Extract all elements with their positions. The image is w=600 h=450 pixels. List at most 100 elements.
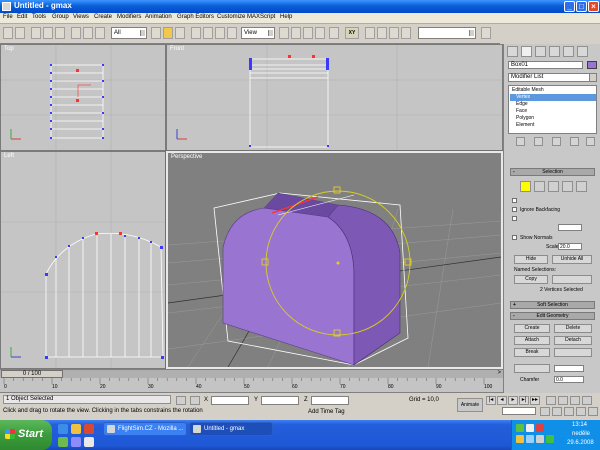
show-end-result-icon[interactable] <box>534 137 543 146</box>
viewport-top[interactable]: Top <box>0 44 166 151</box>
go-to-end-icon[interactable]: ▸▸ <box>530 396 540 405</box>
tray-usb-icon[interactable] <box>536 435 544 443</box>
create-tab-icon[interactable] <box>507 46 518 57</box>
unlink-icon[interactable] <box>43 27 53 39</box>
motion-tab-icon[interactable] <box>549 46 560 57</box>
modify-tab-icon[interactable] <box>521 46 532 57</box>
menu-create[interactable]: Create <box>94 14 112 20</box>
select-object-icon[interactable] <box>71 27 81 39</box>
region-select-icon[interactable] <box>95 27 105 39</box>
select-rotate-icon[interactable] <box>163 27 173 39</box>
unhide-all-button[interactable]: Unhide All <box>552 255 592 264</box>
time-slider-knob[interactable]: 0 / 100 <box>1 370 63 378</box>
planar-threshold-field[interactable] <box>558 224 582 231</box>
select-by-name-icon[interactable] <box>83 27 93 39</box>
object-name-field[interactable]: Box01 <box>508 61 583 69</box>
selection-rollout-header[interactable]: - Selection <box>510 168 595 176</box>
turn-button[interactable] <box>554 348 592 357</box>
ignore-visible-edges-checkbox[interactable] <box>512 216 517 221</box>
tray-messenger-icon[interactable] <box>516 435 524 443</box>
tray-antivirus-icon[interactable] <box>536 424 544 432</box>
display-tab-icon[interactable] <box>563 46 574 57</box>
taskbar-item-gmax[interactable]: Untitled - gmax <box>189 422 273 436</box>
pin-stack-icon[interactable] <box>516 137 525 146</box>
minimize-button[interactable]: _ <box>564 1 575 12</box>
current-frame-field[interactable] <box>502 407 536 415</box>
add-time-tag-button[interactable]: Add Time Tag <box>308 409 345 415</box>
undo-icon[interactable] <box>3 27 13 39</box>
hide-button[interactable]: Hide <box>514 255 548 264</box>
percent-snap-icon[interactable] <box>401 27 411 39</box>
reference-coordinate-dropdown[interactable]: View <box>241 27 275 39</box>
track-bar[interactable]: 0 10 20 30 40 50 60 70 80 90 100 <box>0 378 503 393</box>
stack-item-edge[interactable]: Edge <box>510 101 596 108</box>
taskbar-item-flightsim[interactable]: FlightSim.CZ - Mozilla ... <box>103 422 187 436</box>
align-icon[interactable] <box>365 27 375 39</box>
extrude-button[interactable] <box>514 364 550 373</box>
maximize-viewport-icon[interactable] <box>588 407 598 416</box>
quicklaunch-ie-icon[interactable] <box>58 424 68 434</box>
object-color-swatch[interactable] <box>587 61 597 69</box>
menu-views[interactable]: Views <box>73 14 89 20</box>
snap-toggle-icon[interactable] <box>377 27 387 39</box>
normal-scale-field[interactable]: 20.0 <box>558 243 582 250</box>
material-editor-icon[interactable] <box>481 27 491 39</box>
field-of-view-icon[interactable] <box>552 407 562 416</box>
menu-edit[interactable]: Edit <box>17 14 27 20</box>
stack-item-editable-mesh[interactable]: Editable Mesh <box>510 87 596 94</box>
previous-frame-icon[interactable]: ◂ <box>497 396 507 405</box>
delete-button[interactable]: Delete <box>554 324 592 333</box>
select-scale-icon[interactable] <box>175 27 185 39</box>
hierarchy-tab-icon[interactable] <box>535 46 546 57</box>
stack-item-face[interactable]: Face <box>510 108 596 115</box>
extrude-amount-field[interactable] <box>554 365 584 372</box>
paste-button[interactable] <box>552 275 592 284</box>
zoom-all-icon[interactable] <box>558 396 568 405</box>
gmax-app-icon[interactable] <box>2 2 11 11</box>
create-button[interactable]: Create <box>514 324 550 333</box>
arc-rotate-icon[interactable] <box>576 407 586 416</box>
menu-tools[interactable]: Tools <box>32 14 46 20</box>
maximize-button[interactable]: □ <box>576 1 587 12</box>
next-frame-icon[interactable]: ▸| <box>519 396 529 405</box>
select-link-icon[interactable] <box>31 27 41 39</box>
selection-filter-dropdown[interactable]: All <box>111 27 147 39</box>
play-icon[interactable]: ▸ <box>508 396 518 405</box>
tray-display-icon[interactable] <box>526 435 534 443</box>
time-slider[interactable]: 0 / 100 > <box>0 369 503 378</box>
vertex-subobject-icon[interactable] <box>520 181 531 192</box>
zoom-icon[interactable] <box>546 396 556 405</box>
pan-icon[interactable] <box>564 407 574 416</box>
z-coordinate-field[interactable] <box>311 396 349 405</box>
by-vertex-checkbox[interactable] <box>512 198 517 203</box>
close-button[interactable]: × <box>588 1 599 12</box>
quicklaunch-show-desktop-icon[interactable] <box>71 424 81 434</box>
start-button[interactable]: Start <box>0 420 52 450</box>
pivot-center-icon[interactable] <box>227 27 237 39</box>
stack-item-vertex[interactable]: Vertex <box>510 94 596 101</box>
select-squash-icon[interactable] <box>215 27 225 39</box>
polygon-subobject-icon[interactable] <box>562 181 573 192</box>
modifier-list-dropdown[interactable]: Modifier List <box>508 73 597 82</box>
remove-modifier-icon[interactable] <box>570 137 579 146</box>
select-move-icon[interactable] <box>151 27 161 39</box>
menu-maxscript[interactable]: MAXScript <box>247 14 275 20</box>
absolute-mode-icon[interactable] <box>190 396 200 405</box>
show-normals-checkbox[interactable] <box>512 235 517 240</box>
restrict-y-icon[interactable] <box>303 27 313 39</box>
configure-sets-icon[interactable] <box>586 137 595 146</box>
menu-file[interactable]: File <box>3 14 13 20</box>
menu-modifiers[interactable]: Modifiers <box>117 14 141 20</box>
animate-button[interactable]: Animate <box>457 398 483 412</box>
zoom-extents-icon[interactable] <box>570 396 580 405</box>
y-coordinate-field[interactable] <box>261 396 299 405</box>
chevron-right-icon[interactable]: > <box>497 370 501 376</box>
use-center-icon[interactable] <box>279 27 289 39</box>
viewport-front[interactable]: Front <box>166 44 503 151</box>
bind-space-warp-icon[interactable] <box>55 27 65 39</box>
menu-group[interactable]: Group <box>52 14 69 20</box>
quicklaunch-app-icon[interactable] <box>58 437 68 447</box>
menu-animation[interactable]: Animation <box>145 14 172 20</box>
break-button[interactable]: Break <box>514 348 550 357</box>
time-configuration-icon[interactable] <box>540 407 550 416</box>
